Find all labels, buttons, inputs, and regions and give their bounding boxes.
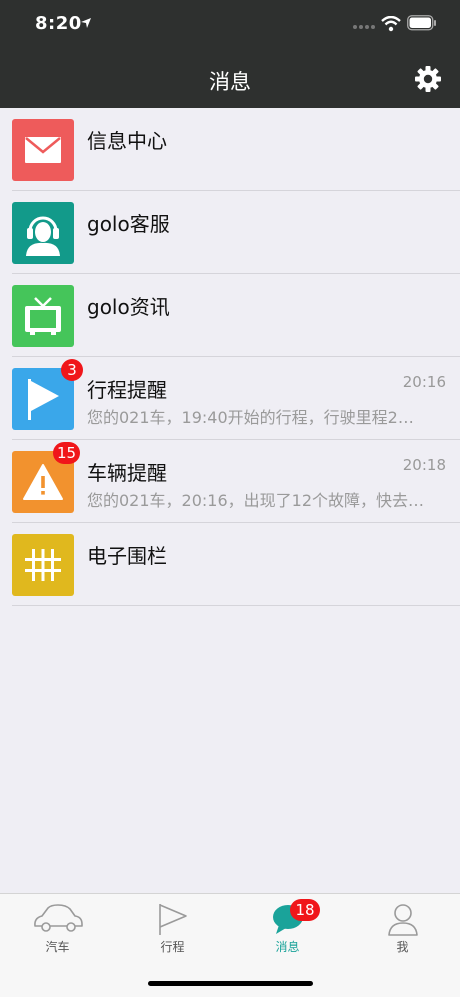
message-preview: 您的021车，19:40开始的行程，行驶里程2…	[87, 408, 414, 427]
location-arrow-icon	[81, 18, 91, 28]
tab-badge: 18	[290, 899, 320, 921]
gear-icon	[415, 66, 441, 92]
message-title: 信息中心	[87, 129, 167, 153]
unread-badge: 3	[61, 359, 83, 381]
fence-icon	[12, 534, 74, 596]
tab-car[interactable]: 汽车	[0, 894, 115, 964]
car-icon	[33, 904, 83, 932]
person-icon	[387, 904, 418, 936]
message-preview: 您的021车，20:16，出现了12个故障，快去…	[87, 491, 425, 510]
tv-icon	[12, 285, 74, 347]
message-row-vehicle-reminder[interactable]: 15 车辆提醒 20:18 您的021车，20:16，出现了12个故障，快去…	[0, 440, 460, 523]
nav-bar: 消息	[0, 50, 460, 108]
home-indicator[interactable]	[148, 981, 313, 986]
message-list: 信息中心 golo客服 golo资讯 3 行程提醒 20:16 您的021车，1…	[0, 108, 460, 606]
message-title: 车辆提醒	[87, 461, 167, 485]
tab-label: 行程	[160, 940, 185, 954]
message-title: golo资讯	[87, 295, 170, 319]
message-title: golo客服	[87, 212, 170, 236]
tab-label: 汽车	[45, 940, 70, 954]
flag-outline-icon	[158, 904, 187, 935]
message-time: 20:16	[402, 373, 446, 391]
flag-icon: 3	[12, 359, 83, 430]
unread-badge: 15	[53, 442, 81, 464]
warning-icon: 15	[12, 442, 81, 513]
battery-icon	[407, 15, 436, 31]
settings-button[interactable]	[414, 65, 442, 93]
headset-agent-icon	[12, 202, 74, 264]
message-row-customer-service[interactable]: golo客服	[0, 191, 460, 274]
signal-icon	[353, 25, 375, 29]
message-title: 行程提醒	[87, 378, 167, 402]
message-row-geofence[interactable]: 电子围栏	[0, 523, 460, 606]
message-row-info-center[interactable]: 信息中心	[0, 108, 460, 191]
tab-me[interactable]: 我	[345, 894, 460, 964]
message-row-trip-reminder[interactable]: 3 行程提醒 20:16 您的021车，19:40开始的行程，行驶里程2…	[0, 357, 460, 440]
status-time: 8:20	[35, 13, 82, 34]
message-time: 20:18	[402, 456, 446, 474]
page-title: 消息	[209, 70, 251, 94]
message-row-news[interactable]: golo资讯	[0, 274, 460, 357]
message-title: 电子围栏	[87, 544, 167, 568]
tab-label: 我	[396, 940, 409, 954]
mail-icon	[12, 119, 74, 181]
tab-label: 消息	[275, 940, 300, 954]
tab-trip[interactable]: 行程	[115, 894, 230, 964]
status-bar: 8:20	[0, 0, 460, 50]
tab-messages[interactable]: 18 消息	[230, 894, 345, 964]
wifi-icon	[381, 16, 401, 32]
